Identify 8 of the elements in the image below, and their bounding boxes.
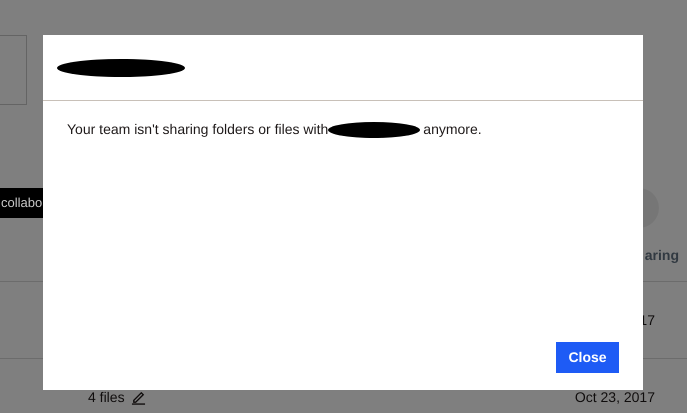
panel [0, 35, 27, 105]
column-header: aring [644, 246, 679, 265]
date-text: Oct 23, 2017 [574, 388, 655, 406]
pencil-icon[interactable] [130, 390, 146, 404]
message-text: Your team isn't sharing folders or files with [67, 120, 328, 139]
message-text: anymore. [423, 120, 482, 139]
close-button[interactable]: Close [556, 342, 619, 373]
file-count: 4 files [88, 388, 125, 406]
